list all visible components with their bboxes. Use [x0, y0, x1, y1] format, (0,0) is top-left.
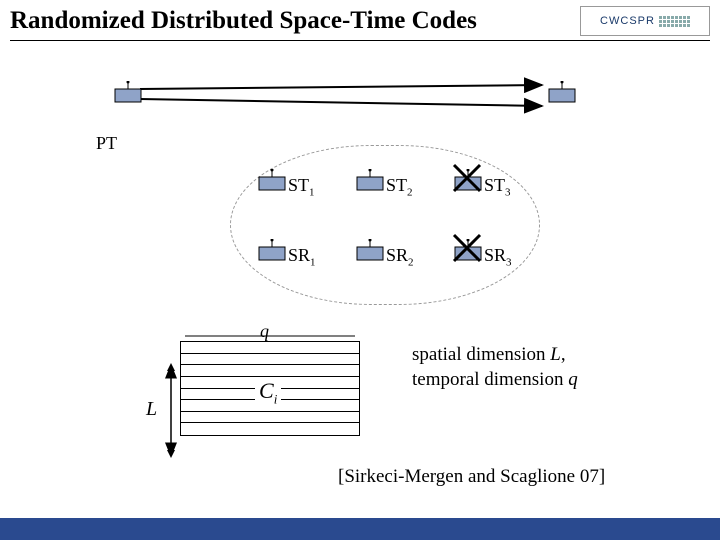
- citation: [Sirkeci-Mergen and Scaglione 07]: [338, 466, 605, 488]
- node-pt: [114, 81, 142, 103]
- node-st3: [454, 169, 482, 191]
- footer-bar: [0, 518, 720, 540]
- label-st2: ST2: [386, 175, 413, 199]
- node-sr1: [258, 239, 286, 261]
- node-pr: [548, 81, 576, 103]
- node-st2: [356, 169, 384, 191]
- label-st3: ST3: [484, 175, 511, 199]
- node-sr3: [454, 239, 482, 261]
- label-L: L: [146, 398, 157, 421]
- logo: CWCSPR: [580, 6, 710, 36]
- label-sr3: SR3: [484, 245, 512, 269]
- label-Ci: Ci: [255, 378, 281, 407]
- node-st1: [258, 169, 286, 191]
- logo-dots: [659, 16, 690, 27]
- label-q: q: [260, 321, 269, 342]
- L-arrow: [165, 363, 177, 458]
- node-sr2: [356, 239, 384, 261]
- label-st1: ST1: [288, 175, 315, 199]
- label-sr2: SR2: [386, 245, 414, 269]
- logo-text: CWCSPR: [600, 15, 655, 27]
- label-sr1: SR1: [288, 245, 316, 269]
- header: Randomized Distributed Space-Time Codes …: [0, 0, 720, 36]
- diagram-canvas: PT ST1 ST2 ST3 SR1 SR2 SR: [0, 41, 720, 501]
- label-pt: PT: [96, 133, 117, 154]
- dimension-text: spatial dimension L, temporal dimension …: [412, 343, 578, 392]
- page-title: Randomized Distributed Space-Time Codes: [10, 7, 477, 35]
- pt-text: PT: [96, 133, 117, 153]
